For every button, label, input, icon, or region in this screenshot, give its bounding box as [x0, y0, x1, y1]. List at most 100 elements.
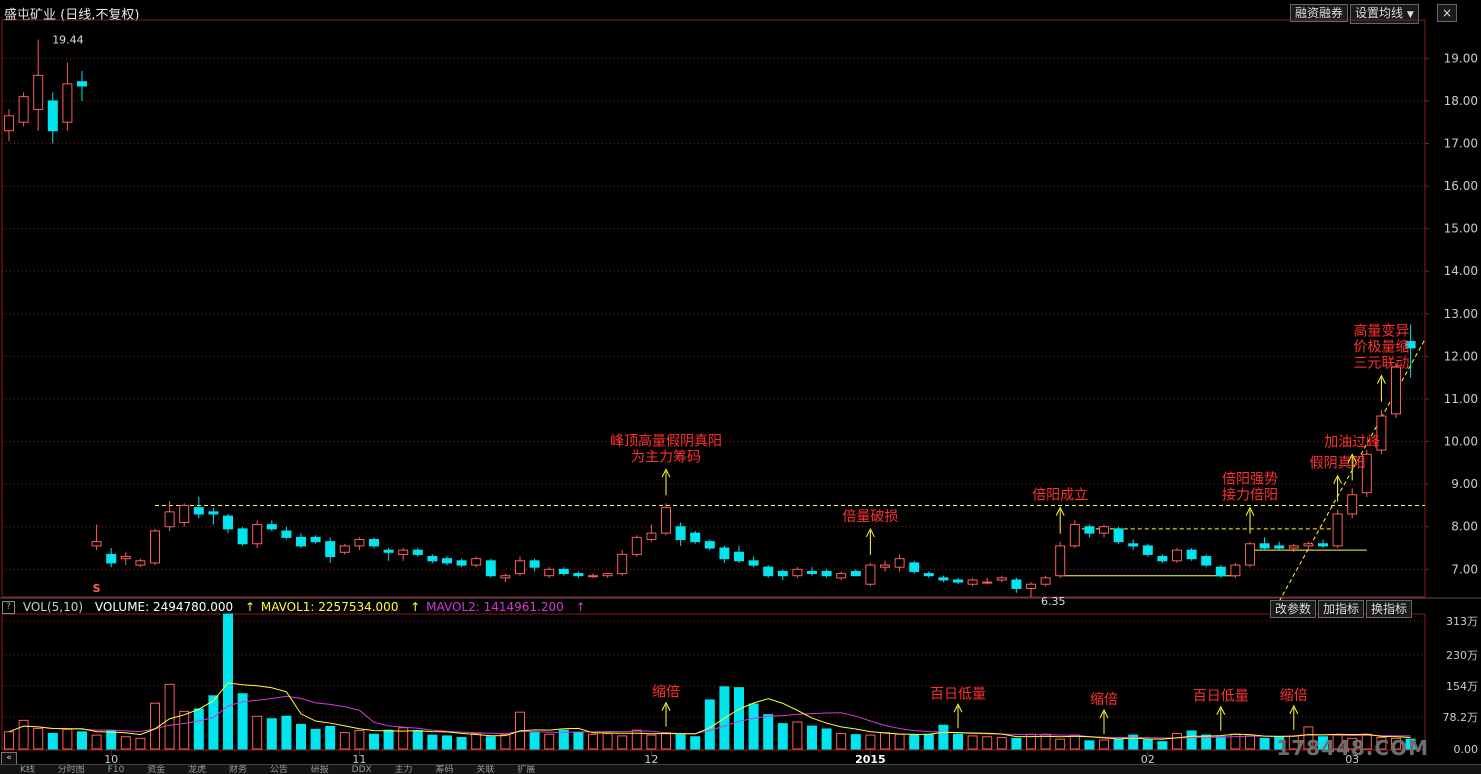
volume-annotation: 缩倍 — [1090, 692, 1118, 708]
candle-up — [588, 575, 598, 578]
candle-up — [1055, 545, 1066, 577]
candle-up — [1347, 494, 1358, 515]
volume-bar-down — [734, 687, 744, 750]
volume-bar-down — [325, 726, 336, 750]
candle-down — [1157, 556, 1168, 562]
candle-down — [807, 570, 817, 575]
price-tick-label: 15.00 — [1444, 222, 1478, 236]
volume-bar-down — [1186, 730, 1197, 750]
candle-up — [515, 560, 525, 575]
volume-bar-down — [558, 729, 569, 750]
candle-down — [281, 530, 292, 538]
volume-bar-up — [471, 732, 482, 750]
volume-bar-up — [617, 735, 628, 750]
candle-up — [836, 573, 847, 579]
candle-up — [62, 83, 73, 123]
volume-bar-down — [281, 715, 292, 750]
volume-annotation: 百日低量 — [1193, 689, 1249, 705]
volume-bar-up — [880, 732, 890, 750]
candle-down — [1084, 526, 1095, 534]
candle-up — [982, 581, 993, 584]
price-tick-label: 18.00 — [1444, 94, 1478, 108]
candle-down — [412, 549, 423, 555]
volume-bar-down — [850, 734, 861, 750]
volume-value: VOLUME: 2494780.000 — [94, 600, 234, 614]
candle-down — [223, 515, 233, 530]
price-tick-label: 19.00 — [1444, 51, 1478, 65]
candle-up — [91, 541, 102, 547]
candle-up — [1303, 543, 1314, 547]
volume-bar-down — [953, 733, 963, 750]
candle-down — [310, 536, 321, 543]
volume-bar-up — [544, 733, 555, 750]
candle-up — [894, 558, 905, 568]
price-annotation: 峰顶高量假阴真阳 — [610, 432, 722, 449]
candle-up — [880, 564, 890, 568]
candle-down — [690, 532, 701, 543]
volume-bar-down — [106, 730, 117, 750]
volume-bar-up — [1099, 739, 1109, 750]
volume-bar-up — [91, 734, 102, 750]
candle-up — [865, 564, 876, 585]
volume-annotation: 缩倍 — [652, 685, 680, 701]
candle-down — [1128, 543, 1139, 547]
candle-up — [1288, 545, 1299, 549]
volume-bar-down — [690, 736, 701, 750]
volume-bar-down — [704, 699, 715, 750]
candle-up — [471, 558, 482, 566]
candle-up — [398, 549, 409, 555]
volume-bar-up — [967, 735, 978, 750]
candle-up — [4, 115, 14, 132]
candle-down — [1201, 556, 1212, 566]
candle-down — [909, 562, 920, 572]
min-price-label: 6.35 — [1041, 595, 1066, 608]
volume-bar-down — [310, 728, 321, 750]
s-marker: S — [93, 582, 101, 595]
candle-up — [33, 74, 44, 110]
price-tick-label: 14.00 — [1444, 264, 1478, 278]
volume-bar-up — [120, 736, 131, 750]
candle-up — [631, 536, 642, 555]
price-annotation: 价极量缩 — [1353, 340, 1409, 356]
mavol1-value: MAVOL1: 2257534.000 — [260, 600, 399, 614]
volume-bar-up — [646, 734, 657, 750]
candle-down — [237, 528, 248, 545]
volume-bar-up — [865, 734, 876, 750]
help-icon[interactable]: ? — [2, 601, 15, 614]
candle-down — [325, 541, 336, 558]
candle-up — [1332, 513, 1343, 547]
up-arrow-icon: ↑ — [410, 600, 421, 614]
stock-chart-window: 盛屯矿业 (日线,不复权) 融资融券 设置均线 ▼ × 19.00 18.00 17… — [0, 0, 1481, 774]
volume-bar-down — [675, 734, 686, 750]
volume-bar-down — [223, 613, 233, 750]
candle-down — [106, 553, 117, 564]
up-arrow-icon: ↑ — [244, 600, 256, 614]
candle-up — [617, 553, 628, 575]
volume-bar-down — [442, 735, 452, 750]
volume-annotation: 缩倍 — [1280, 688, 1308, 704]
candle-down — [442, 558, 452, 564]
candle-up — [1245, 543, 1255, 566]
price-annotation: 假阴真阳 — [1310, 456, 1366, 472]
volume-indicator-name[interactable]: VOL(5,10) — [23, 600, 83, 614]
volume-bar-down — [1215, 736, 1226, 750]
candle-down — [1215, 566, 1226, 577]
switch-indicator-button[interactable]: 换指标 — [1366, 600, 1413, 618]
volume-indicator-bar: ? VOL(5,10) VOLUME: 2494780.000 ↑ MAVOL1… — [2, 600, 594, 614]
volume-bar-up — [1245, 735, 1255, 750]
candle-down — [719, 547, 730, 560]
price-tick-label: 11.00 — [1444, 392, 1478, 406]
candle-down — [734, 551, 744, 562]
volume-tick-label: 0.00 — [1454, 743, 1479, 756]
change-params-button[interactable]: 改参数 — [1270, 600, 1317, 618]
volume-bar-down — [807, 725, 817, 750]
price-annotation: 接力倍阳 — [1222, 487, 1278, 504]
candle-up — [1391, 366, 1401, 415]
volume-bar-up — [354, 730, 365, 750]
volume-bar-down — [763, 714, 774, 750]
volume-bar-down — [208, 695, 219, 750]
volume-bar-down — [909, 734, 920, 750]
candle-down — [953, 579, 963, 583]
volume-bar-down — [1157, 741, 1168, 750]
add-indicator-button[interactable]: 加指标 — [1318, 600, 1365, 618]
